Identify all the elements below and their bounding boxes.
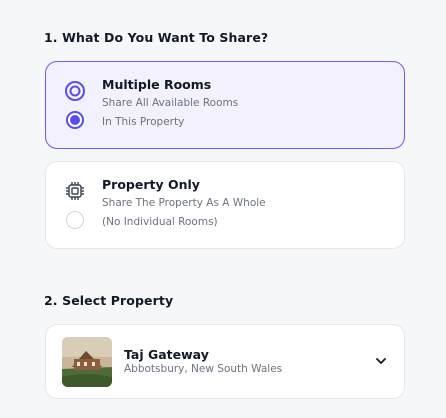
chevron-down-icon[interactable]: [374, 353, 388, 367]
option-card-property-only[interactable]: Property Only Share The Property As A Wh…: [45, 161, 405, 249]
option-card-multiple-rooms[interactable]: Multiple Rooms Share All Available Rooms…: [45, 61, 405, 149]
target-rooms-icon: [64, 80, 86, 102]
property-location: Abbotsbury, New South Wales: [124, 363, 283, 375]
option-description-line2: (No Individual Rooms): [102, 216, 218, 228]
radio-property-only[interactable]: [66, 211, 84, 229]
share-section-title: 1. What Do You Want To Share?: [44, 30, 269, 45]
option-title: Multiple Rooms: [102, 77, 212, 92]
option-description-line1: Share The Property As A Whole: [102, 197, 266, 209]
property-select[interactable]: Taj Gateway Abbotsbury, New South Wales: [45, 324, 405, 399]
option-title: Property Only: [102, 177, 200, 192]
chip-property-icon: [64, 180, 86, 202]
radio-multiple-rooms[interactable]: [66, 111, 84, 129]
property-thumbnail: [62, 337, 112, 387]
property-section-title: 2. Select Property: [44, 293, 174, 308]
property-name: Taj Gateway: [124, 347, 209, 362]
option-description-line2: In This Property: [102, 116, 185, 128]
option-description-line1: Share All Available Rooms: [102, 97, 239, 109]
